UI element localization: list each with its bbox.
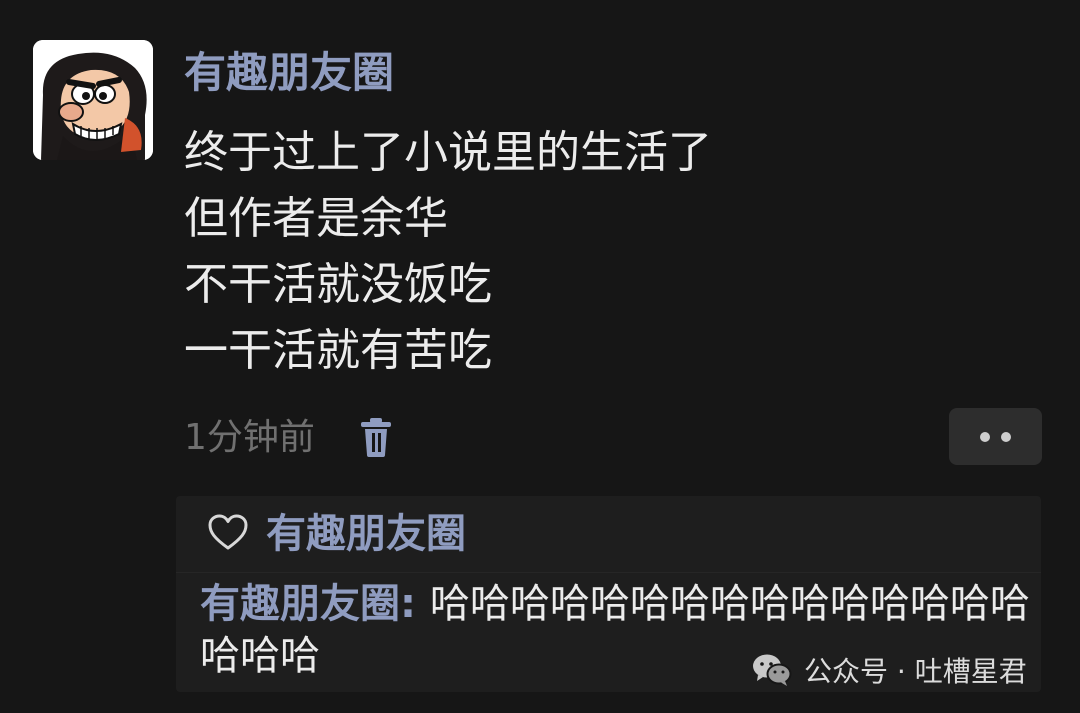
comment-separator: : [400, 581, 430, 627]
wechat-icon [752, 653, 792, 687]
post-author-name[interactable]: 有趣朋友圈 [184, 44, 394, 102]
likes-row: 有趣朋友圈 [176, 496, 1041, 573]
heart-icon [208, 514, 248, 552]
post-content-line: 一干活就有苦吃 [184, 325, 492, 376]
post-content-line: 不干活就没饭吃 [184, 259, 492, 310]
like-user-name[interactable]: 有趣朋友圈 [266, 506, 466, 562]
dot [980, 432, 990, 442]
post-content-line: 但作者是余华 [184, 193, 448, 244]
cartoon-face-icon [33, 40, 153, 160]
comment-author[interactable]: 有趣朋友圈 [200, 581, 400, 627]
post-timestamp: 1分钟前 [184, 417, 315, 458]
trash-icon[interactable] [356, 416, 396, 460]
avatar[interactable] [33, 40, 153, 160]
watermark-text: 公众号 · 吐槽星君 [804, 655, 1027, 688]
moments-post: 有趣朋友圈 终于过上了小说里的生活了 但作者是余华 不干活就没饭吃 一干活就有苦… [0, 0, 1080, 713]
watermark: 公众号 · 吐槽星君 [752, 646, 1027, 694]
more-dots-icon[interactable] [949, 408, 1042, 465]
post-content: 终于过上了小说里的生活了 但作者是余华 不干活就没饭吃 一干活就有苦吃 [184, 120, 1044, 384]
dot [1001, 432, 1011, 442]
post-content-line: 终于过上了小说里的生活了 [184, 127, 712, 178]
